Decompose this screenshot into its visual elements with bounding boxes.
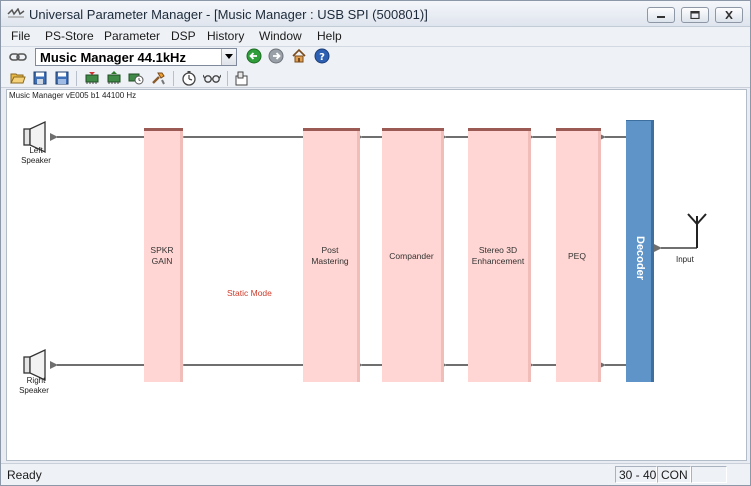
preset-select[interactable]: Music Manager 44.1kHz — [35, 48, 237, 66]
toolbar-separator — [227, 71, 228, 86]
post-mastering-block[interactable]: Post Mastering — [303, 131, 360, 382]
chip-info-button[interactable] — [126, 69, 146, 87]
decoder-label: Decoder — [634, 235, 646, 281]
input-label: Input — [676, 255, 694, 264]
link-button[interactable] — [8, 48, 28, 66]
tools-button[interactable] — [148, 69, 168, 87]
compander-label: Compander — [389, 251, 434, 261]
open-button[interactable] — [8, 69, 28, 87]
dsp-flow-canvas[interactable]: Music Manager vE005 b1 44100 Hz SPKR GAI… — [6, 89, 747, 461]
svg-text:?: ? — [319, 52, 325, 63]
left-speaker-label-2: Speaker — [21, 156, 51, 165]
save-button[interactable] — [30, 69, 50, 87]
toolbar-separator — [173, 71, 174, 86]
menu-dsp[interactable]: DSP — [171, 29, 196, 43]
chip-read-icon — [85, 72, 99, 84]
right-speaker-label-1: Right — [26, 376, 46, 385]
glasses-button[interactable] — [202, 69, 222, 87]
spkr-gain-label-1: SPKR — [150, 245, 174, 255]
menu-window[interactable]: Window — [259, 29, 302, 43]
maximize-icon — [690, 11, 700, 19]
title-bar[interactable]: Universal Parameter Manager - [Music Man… — [1, 1, 750, 27]
stereo3d-enhancement-block[interactable]: Stereo 3D Enhancement — [468, 131, 531, 382]
compander-block[interactable]: Compander — [382, 131, 444, 382]
minimize-icon — [657, 16, 665, 18]
window-title: Universal Parameter Manager - [Music Man… — [29, 7, 428, 22]
forward-button[interactable] — [266, 47, 286, 65]
menu-help[interactable]: Help — [317, 29, 342, 43]
status-text: Ready — [7, 468, 42, 482]
link-icon — [9, 53, 27, 61]
minimize-button[interactable] — [647, 7, 675, 23]
timer-button[interactable] — [179, 69, 199, 87]
static-mode-label: Static Mode — [227, 288, 272, 298]
peq-block[interactable]: PEQ — [556, 131, 601, 382]
toolbar-separator — [76, 71, 77, 86]
preset-dropdown-button[interactable] — [221, 49, 236, 65]
status-position: 30 - 40 — [615, 466, 657, 483]
chip-info-icon — [128, 73, 144, 85]
export-icon — [235, 71, 248, 86]
open-icon — [10, 73, 26, 84]
post-mastering-label-1: Post — [321, 245, 339, 255]
chevron-down-icon — [225, 54, 233, 59]
chip-write-icon — [107, 71, 121, 84]
app-window: Universal Parameter Manager - [Music Man… — [0, 0, 751, 486]
left-speaker-label-1: Left — [29, 146, 43, 155]
antenna-icon — [687, 213, 707, 248]
save-all-button[interactable] — [52, 69, 72, 87]
close-icon — [725, 11, 733, 19]
status-mode: CON — [657, 466, 691, 483]
status-bar: Ready 30 - 40 CON — [1, 463, 750, 485]
spkr-gain-label-2: GAIN — [151, 256, 173, 266]
tools-icon — [152, 72, 165, 85]
menu-file[interactable]: File — [11, 29, 30, 43]
spkr-gain-block[interactable]: SPKR GAIN — [144, 131, 183, 382]
export-button[interactable] — [232, 69, 252, 87]
right-speaker-label-2: Speaker — [19, 386, 49, 395]
home-icon — [292, 48, 306, 63]
help-icon: ? — [314, 48, 330, 64]
help-button[interactable]: ? — [312, 47, 332, 65]
stereo3d-label-1: Stereo 3D — [478, 245, 518, 255]
chip-read-button[interactable] — [82, 69, 102, 87]
menu-bar: File PS-Store Parameter DSP History Wind… — [1, 27, 750, 46]
post-mastering-label-2: Mastering — [311, 256, 349, 266]
save-all-icon — [55, 71, 69, 85]
home-button[interactable] — [289, 47, 309, 65]
timer-icon — [182, 71, 196, 86]
app-logo-icon — [7, 8, 25, 18]
chip-write-button[interactable] — [104, 69, 124, 87]
close-button[interactable] — [715, 7, 743, 23]
peq-label: PEQ — [568, 251, 586, 261]
back-button[interactable] — [244, 47, 264, 65]
glasses-icon — [203, 74, 221, 83]
forward-icon — [268, 48, 284, 64]
save-icon — [33, 71, 47, 85]
maximize-button[interactable] — [681, 7, 709, 23]
status-extra — [691, 466, 727, 483]
menu-ps-store[interactable]: PS-Store — [45, 29, 94, 43]
menu-history[interactable]: History — [207, 29, 244, 43]
menu-parameter[interactable]: Parameter — [104, 29, 160, 43]
preset-select-value: Music Manager 44.1kHz — [40, 50, 186, 65]
stereo3d-label-2: Enhancement — [471, 256, 525, 266]
back-icon — [246, 48, 262, 64]
